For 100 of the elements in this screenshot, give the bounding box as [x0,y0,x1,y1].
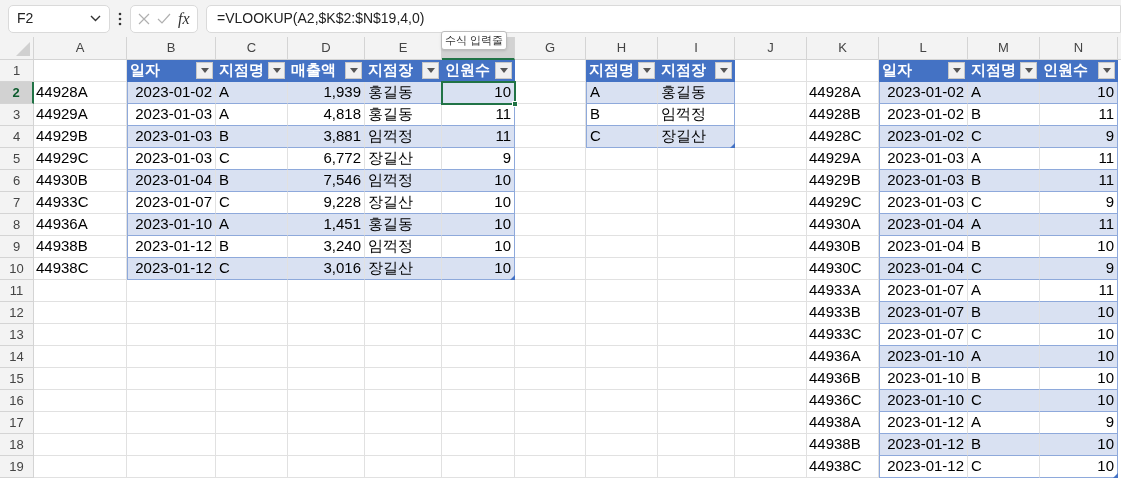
table-cell: 44938B [807,434,879,456]
table-cell: 9 [1040,192,1118,214]
table-cell: B [216,170,288,192]
table-cell: 44929B [34,126,127,148]
table-cell: 44936C [807,390,879,412]
table-cell: 2023-01-12 [879,412,968,434]
table-cell: 44928C [807,126,879,148]
table-cell: 44933C [807,324,879,346]
table-cell: C [968,390,1040,412]
table-cell: 2023-01-03 [127,126,216,148]
table-cell: 2023-01-07 [879,302,968,324]
table-cell: 10 [1040,390,1118,412]
table-cell: 44928A [34,82,127,104]
table-cell: 11 [442,104,515,126]
table-cell: 44936A [807,346,879,368]
table-cell: C [968,126,1040,148]
table-cell: 9 [1040,412,1118,434]
table-cell: 2023-01-03 [879,170,968,192]
header-label: 일자 [882,60,912,81]
table-cell: 3,240 [288,236,365,258]
table-cell: 장길산 [365,258,442,280]
table-cell: 11 [1040,104,1118,126]
table-cell: 44936B [807,368,879,390]
table-cell: 2023-01-12 [127,258,216,280]
table-cell: 11 [1040,214,1118,236]
table-cell: 2023-01-03 [879,192,968,214]
table-cell: 44938C [807,456,879,478]
table-cell: A [968,412,1040,434]
table-cell: 2023-01-04 [879,236,968,258]
table-cell: 장길산 [365,192,442,214]
table-cell: 2023-01-02 [127,82,216,104]
header-label: 인원수 [1043,60,1088,81]
table-cell: B [968,170,1040,192]
table-cell: 44929A [807,148,879,170]
table-cell: 11 [1040,170,1118,192]
table-cell: C [968,324,1040,346]
table-cell: 임꺽정 [365,236,442,258]
table-cell: 10 [1040,346,1118,368]
table-cell: C [968,192,1040,214]
table-cell: B [968,236,1040,258]
table-cell: C [968,258,1040,280]
table-cell: A [216,104,288,126]
table-cell: C [216,148,288,170]
table-cell: 2023-01-02 [879,104,968,126]
table-cell: 44930A [807,214,879,236]
table-cell: 44929A [34,104,127,126]
table-cell: A [968,280,1040,302]
table-cell: 44933C [34,192,127,214]
table-cell: 2023-01-10 [879,368,968,390]
header-label: 지점명 [971,60,1016,81]
table-cell: 44929B [807,170,879,192]
table-cell: 9,228 [288,192,365,214]
table-cell: 10 [442,214,515,236]
table-cell: 2023-01-03 [127,148,216,170]
table-cell: C [216,192,288,214]
header-label: 지점명 [219,60,264,81]
table-cell: B [216,236,288,258]
table-cell: 44930C [807,258,879,280]
table-cell: A [216,214,288,236]
table-cell: 6,772 [288,148,365,170]
table-cell: B [968,302,1040,324]
table-cell: 1,939 [288,82,365,104]
table-cell: 2023-01-12 [127,236,216,258]
table-cell: 10 [1040,368,1118,390]
table-cell: 2023-01-04 [879,214,968,236]
table-cell: B [968,368,1040,390]
table-cell: B [968,434,1040,456]
table-cell: B [968,104,1040,126]
table-cell: 홍길동 [365,214,442,236]
table-cell: C [586,126,658,148]
table-cell: 11 [442,126,515,148]
table-cell: 10 [442,192,515,214]
table-cell: 2023-01-04 [879,258,968,280]
table-cell: 10 [1040,434,1118,456]
header-label: 지점명 [589,60,634,81]
table-cell: 장길산 [365,148,442,170]
table-cell: 11 [1040,148,1118,170]
table-cell: 2023-01-12 [879,456,968,478]
table-cell: 44928B [807,104,879,126]
table-cell: 44933A [807,280,879,302]
table-cell: 10 [1040,236,1118,258]
table-cell: 10 [1040,456,1118,478]
table-cell: A [968,148,1040,170]
tooltip: 수식 입력줄 [441,31,508,50]
table-cell: 9 [1040,126,1118,148]
table-cell: 10 [442,258,515,280]
table-cell: 2023-01-02 [879,82,968,104]
table-cell: 2023-01-10 [879,390,968,412]
table-cell: 임꺽정 [365,126,442,148]
table-cell: 3,016 [288,258,365,280]
header-label: 인원수 [445,60,490,81]
table-cell: 2023-01-04 [127,170,216,192]
table-cell: A [968,346,1040,368]
table-cell: 2023-01-07 [879,324,968,346]
name-box-text: F2 [17,9,34,28]
table-cell: 2023-01-07 [879,280,968,302]
table-cell: 44929C [34,148,127,170]
table-cell: C [216,258,288,280]
table-cell: 44938B [34,236,127,258]
table-cell: 11 [1040,280,1118,302]
